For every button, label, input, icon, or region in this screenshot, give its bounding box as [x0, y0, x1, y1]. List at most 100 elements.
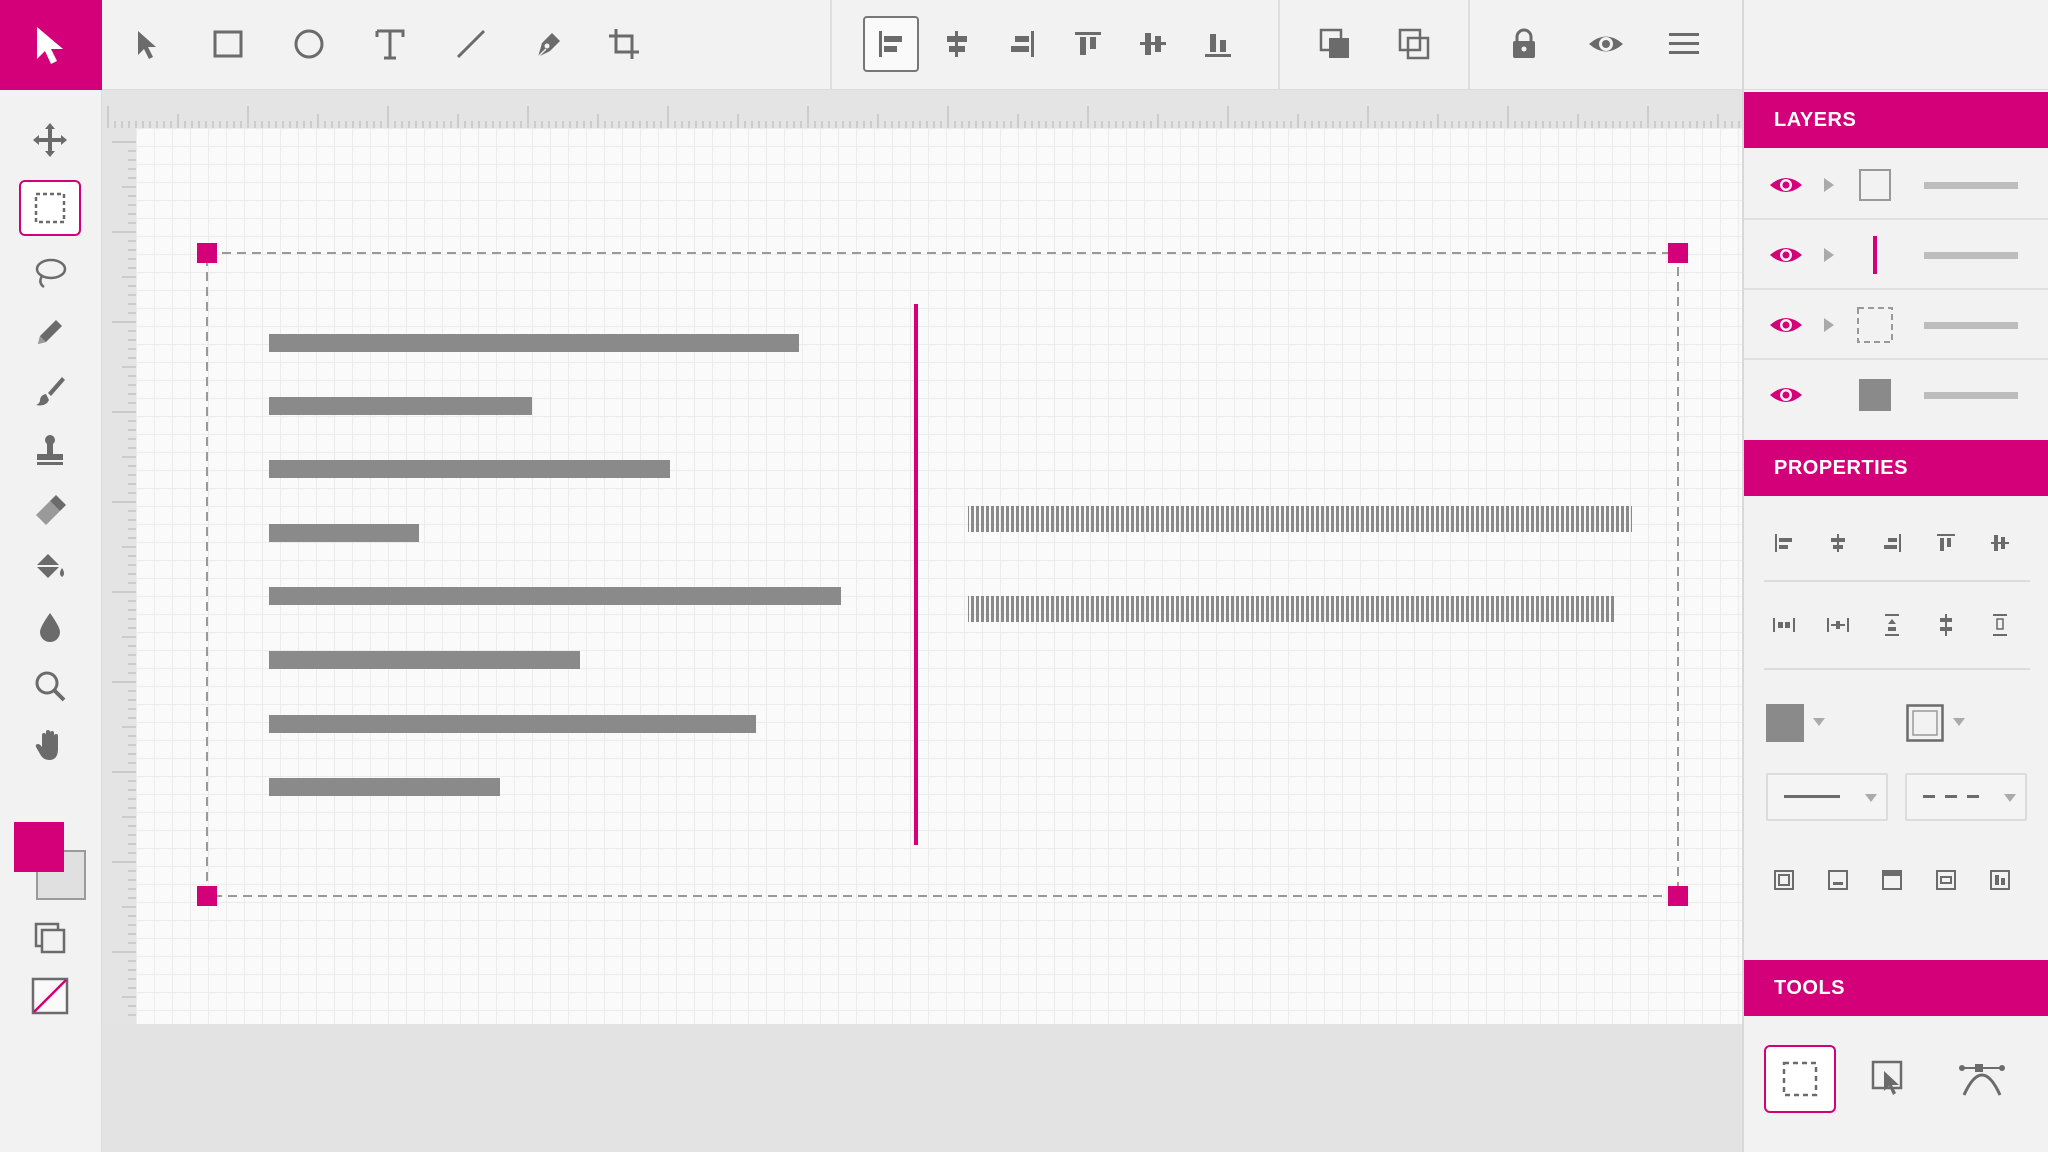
align-right-icon[interactable]: [1872, 523, 1912, 563]
select-arrow-icon[interactable]: [118, 16, 174, 72]
fill-color-swatch[interactable]: [14, 822, 64, 872]
chevron-down-icon: [2004, 794, 2016, 802]
text-icon[interactable]: [362, 16, 418, 72]
bezier-curve-icon[interactable]: [1946, 1045, 2018, 1113]
selection-handle-bottom-left[interactable]: [197, 886, 217, 906]
rectangle-icon[interactable]: [200, 16, 256, 72]
stroke-align-bottom-icon[interactable]: [1818, 860, 1858, 900]
transform-select-icon[interactable]: [1854, 1045, 1926, 1113]
stroke-align-center-icon[interactable]: [1926, 860, 1966, 900]
text-line[interactable]: [269, 334, 799, 352]
marquee-select-icon[interactable]: [19, 180, 81, 236]
visibility-eye-icon[interactable]: [1768, 312, 1804, 338]
cursor-logo-icon: [37, 27, 63, 64]
fill-swatch[interactable]: [1766, 704, 1804, 742]
left-toolbar: [0, 90, 102, 1152]
text-line[interactable]: [269, 397, 532, 415]
align-left-icon[interactable]: [1764, 523, 1804, 563]
distribute-v-center-icon[interactable]: [1926, 605, 1966, 645]
text-line[interactable]: [269, 587, 841, 605]
text-line[interactable]: [269, 715, 756, 733]
ruler-left[interactable]: [102, 128, 136, 1024]
align-center-h-icon[interactable]: [929, 16, 985, 72]
hatched-bar[interactable]: [968, 596, 1616, 622]
distribute-bottom-icon[interactable]: [1980, 605, 2020, 645]
zoom-icon[interactable]: [19, 658, 81, 714]
bring-forward-icon[interactable]: [1307, 16, 1363, 72]
right-panel-header-space: [1744, 0, 2048, 90]
stroke-dash-select[interactable]: [1905, 773, 2027, 821]
layer-thumbnail: [1859, 169, 1891, 201]
menu-icon[interactable]: [1656, 16, 1712, 72]
stamp-icon[interactable]: [19, 422, 81, 478]
text-line[interactable]: [269, 651, 580, 669]
stroke-width-select[interactable]: [1766, 773, 1888, 821]
selection-handle-bottom-right[interactable]: [1668, 886, 1688, 906]
marquee-tool-icon[interactable]: [1764, 1045, 1836, 1113]
selection-handle-top-left[interactable]: [197, 243, 217, 263]
layer-name-placeholder: [1924, 392, 2018, 399]
move-icon[interactable]: [19, 112, 81, 168]
swap-colors-icon[interactable]: [19, 910, 81, 966]
stroke-align-inside-icon[interactable]: [1764, 860, 1804, 900]
stroke-align-top-icon[interactable]: [1872, 860, 1912, 900]
paint-bucket-icon[interactable]: [19, 540, 81, 596]
layer-row[interactable]: [1744, 290, 2048, 360]
distribute-top-icon[interactable]: [1872, 605, 1912, 645]
app-logo[interactable]: [0, 0, 102, 90]
expand-arrow-icon[interactable]: [1822, 316, 1836, 334]
align-middle-icon[interactable]: [1125, 16, 1181, 72]
stroke-align-outside-icon[interactable]: [1980, 860, 2020, 900]
lasso-icon[interactable]: [19, 245, 81, 301]
layer-row[interactable]: [1744, 150, 2048, 220]
right-panel: LAYERS PROPERTIES TOOLS: [1742, 0, 2048, 1152]
visibility-eye-icon[interactable]: [1768, 382, 1804, 408]
lock-icon[interactable]: [1496, 16, 1552, 72]
top-toolbar: [0, 0, 1742, 90]
align-top-icon[interactable]: [1926, 523, 1966, 563]
align-right-icon[interactable]: [994, 16, 1050, 72]
layer-name-placeholder: [1924, 252, 2018, 259]
text-line[interactable]: [269, 524, 419, 542]
brush-icon[interactable]: [19, 363, 81, 419]
layer-thumbnail: [1859, 379, 1891, 411]
hand-icon[interactable]: [19, 717, 81, 773]
align-bottom-icon[interactable]: [1190, 16, 1246, 72]
align-middle-icon[interactable]: [1980, 523, 2020, 563]
distribute-left-icon[interactable]: [1764, 605, 1804, 645]
stroke-dropdown-arrow-icon[interactable]: [1952, 717, 1966, 727]
design-app: LAYERS PROPERTIES TOOLS: [0, 0, 2048, 1152]
pen-icon[interactable]: [521, 16, 577, 72]
align-left-icon[interactable]: [863, 16, 919, 72]
design-canvas[interactable]: [136, 128, 1742, 1024]
fill-dropdown-arrow-icon[interactable]: [1812, 717, 1826, 727]
chevron-down-icon: [1865, 794, 1877, 802]
line-icon[interactable]: [443, 16, 499, 72]
blur-drop-icon[interactable]: [19, 599, 81, 655]
visibility-eye-icon[interactable]: [1768, 172, 1804, 198]
distribute-h-center-icon[interactable]: [1818, 605, 1858, 645]
text-line[interactable]: [269, 460, 670, 478]
stroke-swatch[interactable]: [1906, 704, 1944, 742]
crop-icon[interactable]: [596, 16, 652, 72]
align-top-icon[interactable]: [1060, 16, 1116, 72]
eye-icon[interactable]: [1578, 16, 1634, 72]
align-center-h-icon[interactable]: [1818, 523, 1858, 563]
ellipse-icon[interactable]: [281, 16, 337, 72]
send-backward-icon[interactable]: [1386, 16, 1442, 72]
visibility-eye-icon[interactable]: [1768, 242, 1804, 268]
vertical-divider-line[interactable]: [914, 304, 918, 845]
expand-arrow-icon[interactable]: [1822, 246, 1836, 264]
no-fill-icon[interactable]: [19, 968, 81, 1024]
ruler-top[interactable]: [102, 90, 1742, 128]
pencil-icon[interactable]: [19, 304, 81, 360]
layer-name-placeholder: [1924, 182, 2018, 189]
text-line[interactable]: [269, 778, 500, 796]
layer-row[interactable]: [1744, 360, 2048, 430]
selection-handle-top-right[interactable]: [1668, 243, 1688, 263]
hatched-bar[interactable]: [968, 506, 1632, 532]
layer-row[interactable]: [1744, 220, 2048, 290]
eraser-icon[interactable]: [19, 481, 81, 537]
toolbar-divider: [1278, 0, 1280, 90]
expand-arrow-icon[interactable]: [1822, 176, 1836, 194]
